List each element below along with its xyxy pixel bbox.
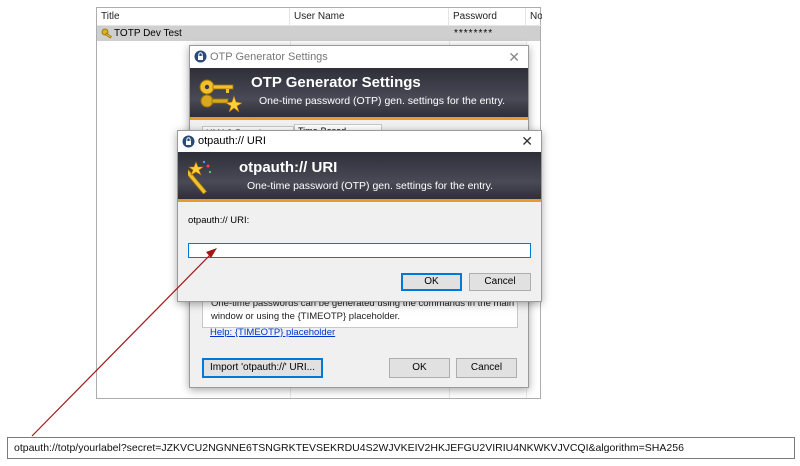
annotation-arrow: [31, 248, 217, 437]
otpauth-uri-example-text: otpauth://totp/yourlabel?secret=JZKVCU2N…: [7, 437, 795, 459]
